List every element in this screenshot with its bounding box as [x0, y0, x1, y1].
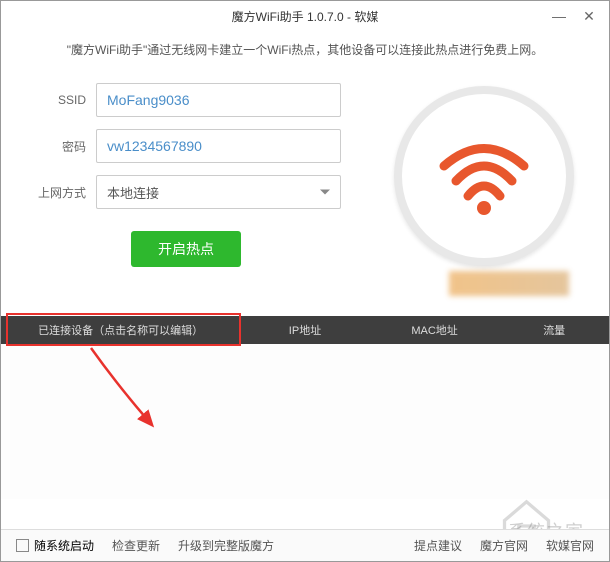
column-traffic: 流量 — [499, 322, 609, 338]
column-ip: IP地址 — [240, 322, 370, 338]
footer-bar: 随系统启动 检查更新 升级到完整版魔方 提点建议 魔方官网 软媒官网 — [1, 529, 609, 561]
autostart-label: 随系统启动 — [34, 537, 94, 554]
method-select[interactable]: 本地连接 — [96, 175, 341, 209]
app-window: 魔方WiFi助手 1.0.7.0 - 软媒 — ✕ "魔方WiFi助手"通过无线… — [0, 0, 610, 562]
minimize-button[interactable]: — — [544, 1, 574, 31]
official1-link[interactable]: 魔方官网 — [480, 537, 528, 554]
window-title: 魔方WiFi助手 1.0.7.0 - 软媒 — [232, 8, 379, 25]
form-fields: SSID 密码 上网方式 本地连接 开启热点 — [31, 83, 341, 267]
method-row: 上网方式 本地连接 — [31, 175, 341, 209]
chevron-down-icon — [320, 190, 330, 195]
titlebar: 魔方WiFi助手 1.0.7.0 - 软媒 — ✕ — [1, 1, 609, 31]
start-hotspot-button[interactable]: 开启热点 — [131, 231, 241, 267]
check-update-link[interactable]: 检查更新 — [112, 537, 160, 554]
password-input[interactable] — [96, 129, 341, 163]
blurred-watermark — [449, 271, 569, 296]
column-mac: MAC地址 — [370, 322, 500, 338]
app-description: "魔方WiFi助手"通过无线网卡建立一个WiFi热点，其他设备可以连接此热点进行… — [31, 41, 579, 58]
column-device: 已连接设备（点击名称可以编辑） — [1, 322, 240, 338]
device-table-header: 已连接设备（点击名称可以编辑） IP地址 MAC地址 流量 — [1, 316, 609, 344]
ssid-row: SSID — [31, 83, 341, 117]
close-button[interactable]: ✕ — [574, 1, 604, 31]
wifi-icon — [434, 126, 534, 226]
ssid-input[interactable] — [96, 83, 341, 117]
checkbox-icon — [16, 539, 29, 552]
window-controls: — ✕ — [544, 1, 604, 31]
suggest-link[interactable]: 提点建议 — [414, 537, 462, 554]
autostart-checkbox[interactable]: 随系统启动 — [16, 537, 94, 554]
official2-link[interactable]: 软媒官网 — [546, 537, 594, 554]
method-value: 本地连接 — [107, 183, 159, 202]
method-label: 上网方式 — [31, 184, 96, 201]
wifi-status-icon — [394, 86, 574, 266]
device-table-body — [1, 344, 609, 499]
upgrade-link[interactable]: 升级到完整版魔方 — [178, 537, 274, 554]
footer-right: 提点建议 魔方官网 软媒官网 — [414, 537, 594, 554]
password-label: 密码 — [31, 138, 96, 155]
ssid-label: SSID — [31, 93, 96, 107]
password-row: 密码 — [31, 129, 341, 163]
